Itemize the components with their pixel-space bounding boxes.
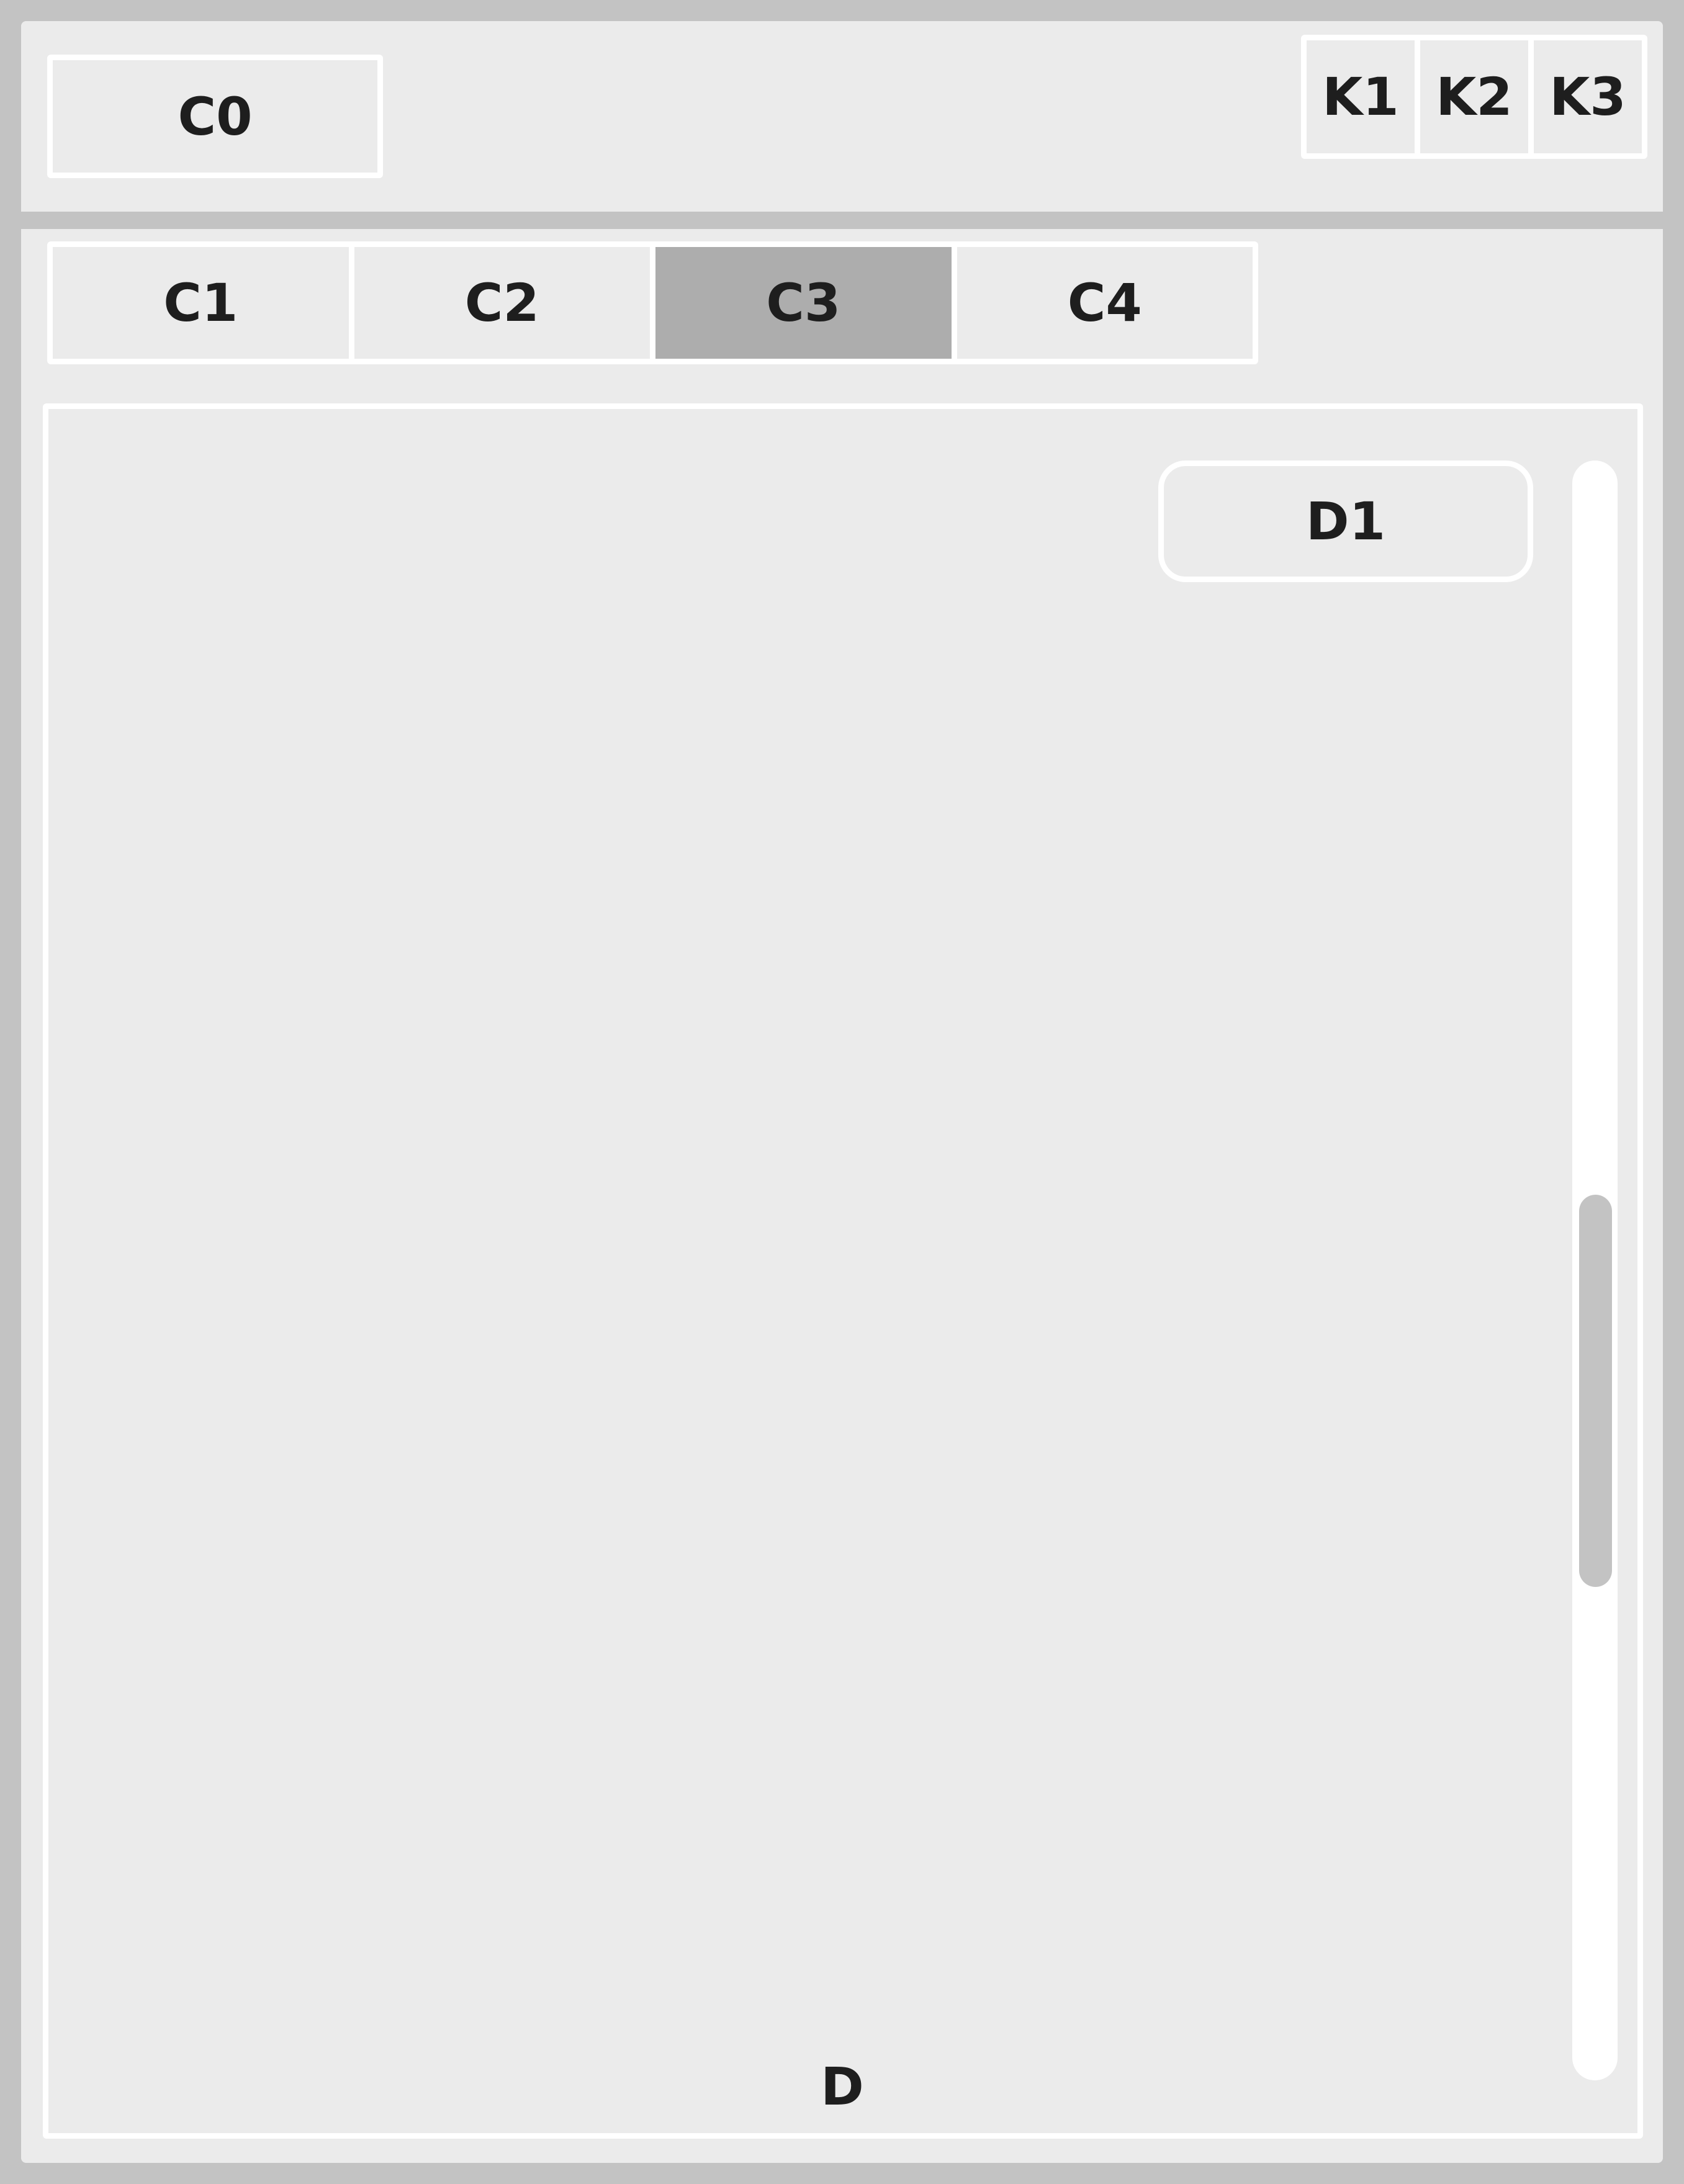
tab-label: C3 <box>766 272 841 333</box>
key-label: K1 <box>1322 66 1399 127</box>
key-label: K3 <box>1549 66 1626 127</box>
tab-c2[interactable]: C2 <box>348 247 650 359</box>
tab-bar: C1 C2 C3 C4 <box>47 241 1258 364</box>
c0-label: C0 <box>178 86 253 147</box>
header-divider <box>21 212 1663 229</box>
d1-button[interactable]: D1 <box>1158 461 1533 582</box>
key-button-k3[interactable]: K3 <box>1528 40 1642 153</box>
c0-button[interactable]: C0 <box>47 55 383 178</box>
tab-c1[interactable]: C1 <box>53 247 349 359</box>
content-panel-d <box>43 403 1643 2139</box>
tab-label: C4 <box>1067 272 1142 333</box>
key-button-k1[interactable]: K1 <box>1307 40 1415 153</box>
panel-label: D <box>821 2056 864 2117</box>
tab-c3[interactable]: C3 <box>650 247 952 359</box>
key-label: K2 <box>1436 66 1513 127</box>
key-button-k2[interactable]: K2 <box>1415 40 1528 153</box>
d1-label: D1 <box>1305 491 1386 552</box>
tab-label: C1 <box>163 272 238 333</box>
key-button-group: K1 K2 K3 <box>1301 35 1647 159</box>
tab-c4[interactable]: C4 <box>951 247 1253 359</box>
scrollbar-thumb[interactable] <box>1579 1195 1612 1587</box>
tab-label: C2 <box>464 272 539 333</box>
